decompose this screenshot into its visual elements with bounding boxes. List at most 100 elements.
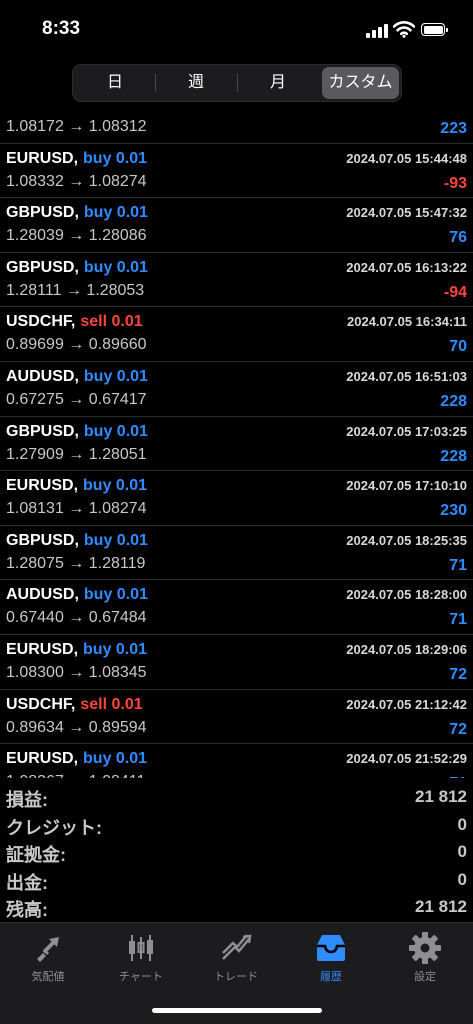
tab-custom[interactable]: カスタム xyxy=(322,67,399,99)
tab-history[interactable]: 履歴 xyxy=(286,931,376,984)
trade-profit: 71 xyxy=(449,556,467,574)
tab-settings[interactable]: 設定 xyxy=(380,931,470,984)
trade-time: 2024.07.05 21:12:42 xyxy=(346,696,467,712)
summary-label: クレジット: xyxy=(6,817,102,838)
summary-row-credit: クレジット: 0 xyxy=(0,812,473,840)
trade-history-list[interactable]: 1.08172 → 1.08312 223 EURUSD, buy 0.01 202… xyxy=(0,106,473,778)
tab-label: チャート xyxy=(119,971,163,983)
trade-action: buy 0.01 xyxy=(83,640,148,658)
summary-value: 21 812 xyxy=(415,787,467,806)
trade-symbol: EURUSD, xyxy=(6,149,79,167)
trade-header: USDCHF, sell 0.01 xyxy=(6,696,143,714)
trade-action: buy 0.01 xyxy=(83,422,148,440)
tab-week[interactable]: 週 xyxy=(156,67,236,99)
trade-header: EURUSD, buy 0.01 xyxy=(6,477,147,495)
trade-header: EURUSD, buy 0.01 xyxy=(6,750,147,768)
trade-time: 2024.07.05 18:28:00 xyxy=(346,587,467,603)
period-segmented-control: 日 週 月 カスタム xyxy=(72,64,402,102)
summary-row-withdrawal: 出金: 0 xyxy=(0,867,473,895)
list-item-trade[interactable]: GBPUSD, buy 0.01 2024.07.05 18:25:35 1.2807… xyxy=(0,526,473,581)
tab-label: 履歴 xyxy=(320,971,342,983)
trade-header: GBPUSD, buy 0.01 xyxy=(6,259,148,277)
trade-action: buy 0.01 xyxy=(83,149,148,167)
trade-time: 2024.07.05 18:25:35 xyxy=(346,532,467,548)
trade-header: AUDUSD, buy 0.01 xyxy=(6,586,148,604)
trade-header: EURUSD, buy 0.01 xyxy=(6,641,147,659)
list-item-trade[interactable]: EURUSD, buy 0.01 2024.07.05 15:44:48 1.0833… xyxy=(0,144,473,199)
list-item-trade[interactable]: EURUSD,buy 0.01 2024.07.05 21:52:29 1.0836… xyxy=(0,744,473,778)
trade-action: sell 0.01 xyxy=(80,313,143,331)
trade-prices: 1.08172 → 1.08312 xyxy=(6,118,147,135)
trade-time: 2024.07.05 16:34:11 xyxy=(347,314,467,330)
trade-time: 2024.07.05 15:47:32 xyxy=(346,205,467,221)
trade-prices: 1.08300 → 1.08345 xyxy=(6,663,147,681)
tab-day[interactable]: 日 xyxy=(76,67,154,99)
trade-profit: -93 xyxy=(443,174,467,192)
tab-label: 設定 xyxy=(414,971,436,983)
summary-label: 証拠金: xyxy=(6,845,66,865)
trade-prices: 0.67440 → 0.67484 xyxy=(6,609,147,627)
trade-time: 2024.07.05 18:29:06 xyxy=(346,641,467,657)
trade-profit: 223 xyxy=(440,120,467,137)
list-item-trade[interactable]: EURUSD, buy 0.01 2024.07.05 18:29:06 1.0830… xyxy=(0,635,473,690)
list-item-trade[interactable]: EURUSD, buy 0.01 2024.07.05 17:10:10 1.0813… xyxy=(0,471,473,526)
tab-label: トレード xyxy=(214,971,258,983)
trade-prices: 1.28075 → 1.28119 xyxy=(6,554,146,572)
trade-symbol: GBPUSD, xyxy=(6,258,79,276)
trade-action: buy 0.01 xyxy=(83,258,148,276)
trade-profit: 72 xyxy=(449,665,467,683)
chart-icon xyxy=(129,935,153,961)
trade-time: 2024.07.05 17:03:25 xyxy=(346,423,467,439)
trade-profit: 71 xyxy=(449,611,467,629)
status-bar: 8:33 xyxy=(0,0,473,58)
account-summary: 損益: 21 812 クレジット: 0 証拠金: 0 出金: 0 残高: 21 … xyxy=(0,784,473,922)
tab-chart[interactable]: チャート xyxy=(96,931,186,984)
trade-time: 2024.07.05 17:10:10 xyxy=(346,478,467,494)
summary-value: 0 xyxy=(457,842,467,861)
trade-prices: 0.67275 → 0.67417 xyxy=(6,390,147,408)
trade-profit: 76 xyxy=(449,229,467,247)
list-item-trade[interactable]: GBPUSD, buy 0.01 2024.07.05 15:47:32 1.2803… xyxy=(0,198,473,253)
trade-action: buy 0.01 xyxy=(83,750,148,768)
summary-row-profit: 損益: 21 812 xyxy=(0,784,473,812)
trade-symbol: GBPUSD, xyxy=(6,531,79,549)
list-item-trade[interactable]: USDCHF, sell 0.01 2024.07.05 21:12:42 0.896… xyxy=(0,690,473,745)
tab-quotes[interactable]: 気配値 xyxy=(3,931,93,984)
trade-symbol: EURUSD, xyxy=(6,750,79,768)
trade-prices: 0.89699 → 0.89660 xyxy=(6,336,147,354)
summary-value: 0 xyxy=(457,869,467,889)
list-item-trade[interactable]: USDCHF, sell 0.01 2024.07.05 16:34:11 0.896… xyxy=(0,307,473,362)
list-item-trade[interactable]: AUDUSD, buy 0.01 2024.07.05 18:28:00 0.6744… xyxy=(0,580,473,635)
trade-prices: 1.28111 → 1.28053 xyxy=(6,281,145,299)
list-item-trade[interactable]: GBPUSD, buy 0.01 2024.07.05 16:13:22 1.2811… xyxy=(0,253,473,308)
trade-prices: 0.89634 → 0.89594 xyxy=(6,718,147,736)
trade-header: GBPUSD, buy 0.01 xyxy=(6,532,148,550)
trade-profit: 228 xyxy=(440,447,467,465)
tab-trade[interactable]: トレード xyxy=(191,931,281,984)
wifi-icon xyxy=(393,21,415,38)
trade-header: GBPUSD, buy 0.01 xyxy=(6,423,148,441)
list-item-partial[interactable]: 1.08172 → 1.08312 223 xyxy=(0,106,473,144)
trade-prices: 1.08367 → 1.08411 xyxy=(6,773,145,778)
trade-time: 2024.07.05 16:51:03 xyxy=(346,368,467,384)
summary-value: 21 812 xyxy=(415,897,467,916)
tab-month[interactable]: 月 xyxy=(238,67,318,99)
trade-symbol: AUDUSD, xyxy=(6,586,79,604)
trade-header: EURUSD, buy 0.01 xyxy=(6,150,147,168)
summary-row-balance: 残高: 21 812 xyxy=(0,894,473,922)
status-time: 8:33 xyxy=(42,18,81,39)
trade-prices: 1.27909 → 1.28051 xyxy=(6,445,147,463)
list-item-trade[interactable]: GBPUSD, buy 0.01 2024.07.05 17:03:25 1.2790… xyxy=(0,417,473,472)
list-item-trade[interactable]: AUDUSD, buy 0.01 2024.07.05 16:51:03 0.6727… xyxy=(0,362,473,417)
trade-time: 2024.07.05 21:52:29 xyxy=(346,751,467,767)
trade-profit: 71 xyxy=(449,775,467,778)
trade-symbol: EURUSD, xyxy=(6,477,79,495)
summary-row-deposit: 証拠金: 0 xyxy=(0,839,473,867)
trade-header: GBPUSD, buy 0.01 xyxy=(6,204,148,222)
trade-symbol: EURUSD, xyxy=(6,640,79,658)
trade-header: AUDUSD, buy 0.01 xyxy=(6,368,148,386)
trade-action: buy 0.01 xyxy=(83,586,148,604)
trade-prices: 1.28039 → 1.28086 xyxy=(6,227,147,245)
trade-prices: 1.08332 → 1.08274 xyxy=(6,172,147,190)
settings-icon xyxy=(409,932,441,964)
